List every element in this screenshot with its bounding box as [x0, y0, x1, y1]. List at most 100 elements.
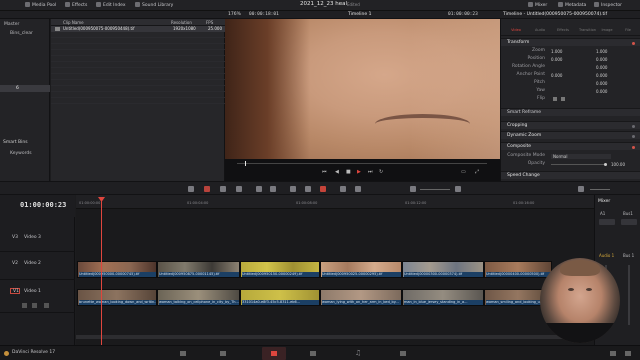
settings-icon[interactable]	[625, 351, 631, 356]
position-lock-icon[interactable]	[320, 186, 326, 192]
flip-horizontal-icon[interactable]	[553, 97, 557, 101]
skip-forward-icon[interactable]: ⏭	[368, 170, 373, 175]
opacity-slider[interactable]	[551, 164, 606, 165]
flip-vertical-icon[interactable]	[561, 97, 565, 101]
selection-tool-icon[interactable]	[188, 186, 194, 192]
reset-icon[interactable]	[632, 145, 635, 149]
fader-track-bus1[interactable]	[628, 265, 630, 325]
keywords-bin[interactable]: Keywords	[10, 151, 32, 156]
section-smart-reframe[interactable]: Smart Reframe	[501, 108, 640, 116]
timeline-clip-v1[interactable]: man_in_blue_jersey_standing_in_a...	[402, 289, 484, 306]
sound-library-button[interactable]: Sound Library	[135, 2, 173, 9]
volume-slider[interactable]	[590, 189, 610, 190]
viewer-playhead[interactable]	[245, 161, 246, 166]
prop-position[interactable]: Position 0.000 0.000	[501, 55, 640, 63]
input-select[interactable]	[599, 219, 615, 225]
section-transform[interactable]: Transform	[501, 38, 640, 46]
cut-page-icon[interactable]	[220, 351, 226, 356]
section-composite[interactable]: Composite	[501, 142, 640, 150]
opacity-slider-handle[interactable]	[604, 162, 607, 166]
stop-icon[interactable]: ■	[346, 170, 351, 175]
bin-master[interactable]: Master	[4, 22, 19, 27]
output-select[interactable]	[621, 219, 637, 225]
bin-item[interactable]: Bins_clear	[10, 31, 33, 36]
tab-transition[interactable]: Transition	[579, 22, 596, 38]
viewer-scrubber[interactable]	[237, 163, 487, 164]
dynamic-trim-icon[interactable]	[220, 186, 226, 192]
metadata-button[interactable]: Metadata	[558, 2, 586, 9]
mixer-button[interactable]: Mixer	[528, 2, 547, 9]
blade-tool-icon[interactable]	[236, 186, 242, 192]
trim-tool-icon[interactable]	[204, 186, 210, 192]
tab-effects[interactable]: Effects	[557, 22, 569, 38]
marker-icon[interactable]	[355, 186, 361, 192]
prop-opacity[interactable]: Opacity 100.00	[501, 160, 640, 168]
fullscreen-icon[interactable]: ⤢	[475, 170, 480, 175]
inspector-button[interactable]: Inspector	[594, 2, 622, 9]
fairlight-page-icon[interactable]: ♫	[355, 349, 361, 357]
tab-audio[interactable]: Audio	[534, 22, 546, 38]
loop-icon[interactable]: ↻	[379, 170, 384, 175]
insert-clip-icon[interactable]	[256, 186, 262, 192]
selected-bin[interactable]: 6	[0, 85, 50, 92]
zoom-out-icon[interactable]	[410, 186, 416, 192]
timeline-clip-v2[interactable]: Untitled(000950000-00000745).tif	[77, 261, 157, 278]
track-header-v2[interactable]: V2 Video 2	[0, 255, 75, 280]
playhead-line[interactable]	[101, 197, 102, 345]
reset-icon[interactable]	[632, 41, 635, 45]
prop-flip[interactable]: Flip	[501, 95, 640, 103]
zoom-in-icon[interactable]	[455, 186, 461, 192]
composite-mode-select[interactable]: Normal	[551, 153, 611, 159]
timeline-ruler[interactable]: 01:00:00:00 01:00:04:00 01:00:08:00 01:0…	[76, 195, 594, 209]
timeline-clip-v2[interactable]: Untitled(00000400-00000500).tif	[484, 261, 552, 278]
section-dynamic-zoom[interactable]: Dynamic Zoom	[501, 131, 640, 139]
home-icon[interactable]	[610, 351, 616, 356]
prop-rotation-angle[interactable]: Rotation Angle 0.000	[501, 63, 640, 71]
prop-composite-mode[interactable]: Composite Mode Normal	[501, 152, 640, 160]
timeline-viewer[interactable]: ⏮ ◀ ■ ▶ ⏭ ↻ ▭ ⤢	[225, 19, 500, 181]
timeline-area[interactable]: 01:00:00:00 01:00:04:00 01:00:08:00 01:0…	[76, 195, 596, 345]
col-fps[interactable]: FPS	[206, 20, 213, 25]
audio-level-icon[interactable]	[578, 186, 584, 192]
prop-anchor-point[interactable]: Anchor Point 0.000 0.000	[501, 71, 640, 79]
timeline-clip-v1[interactable]: woman_lying_with_on_her_arm_in_bed_by...	[320, 289, 402, 306]
tab-file[interactable]: File	[623, 22, 633, 38]
safe-area-icon[interactable]: ▭	[461, 170, 466, 175]
zoom-level[interactable]: 176%	[228, 12, 241, 17]
auto-select-icon[interactable]	[32, 303, 37, 308]
tab-image[interactable]: Image	[601, 22, 613, 38]
edit-index-button[interactable]: Edit Index	[96, 2, 126, 9]
effects-button[interactable]: Effects	[65, 2, 87, 9]
col-clip-name[interactable]: Clip Name	[63, 20, 84, 25]
tab-video[interactable]: Video	[511, 22, 521, 38]
lock-track-icon[interactable]	[22, 303, 27, 308]
reset-icon[interactable]	[632, 124, 635, 128]
timeline-zoom-slider[interactable]	[420, 189, 450, 190]
fusion-page-icon[interactable]	[310, 351, 316, 356]
prop-pitch[interactable]: Pitch 0.000	[501, 79, 640, 87]
media-page-icon[interactable]	[180, 351, 186, 356]
deliver-page-icon[interactable]	[400, 351, 406, 356]
step-back-icon[interactable]: ◀	[335, 170, 340, 175]
timeline-scrollbar[interactable]	[76, 335, 596, 339]
col-resolution[interactable]: Resolution	[171, 20, 192, 25]
timeline-clip-v2[interactable]: Untitled(000950875-00001145).tif	[157, 261, 240, 278]
overwrite-clip-icon[interactable]	[270, 186, 276, 192]
timeline-clip-v1[interactable]: woman_talking_on_cellphone_in_city_by_Th…	[157, 289, 240, 306]
play-icon[interactable]: ▶	[357, 170, 362, 175]
timeline-clip-v2[interactable]: Untitled(00000300-00000374).tif	[402, 261, 484, 278]
timeline-clip-v1[interactable]: brunette_woman_looking_down_and_writin..…	[77, 289, 157, 306]
prop-yaw[interactable]: Yaw 0.000	[501, 87, 640, 95]
prop-zoom[interactable]: Zoom 1.000 1.000	[501, 47, 640, 55]
reset-icon[interactable]	[632, 134, 635, 138]
track-header-v3[interactable]: V3 Video 3	[0, 227, 75, 252]
timeline-clip-v1[interactable]: 331014a0-e8f3-45c5-8311-eb6...	[240, 289, 320, 306]
timeline-timecode[interactable]: 01:00:00:23	[20, 201, 66, 209]
timeline-clip-v2[interactable]: Untitled(000950025-00000295).tif	[320, 261, 402, 278]
link-icon[interactable]	[290, 186, 296, 192]
flag-icon[interactable]	[340, 186, 346, 192]
enable-track-icon[interactable]	[44, 303, 49, 308]
section-cropping[interactable]: Cropping	[501, 121, 640, 129]
timeline-clip-v2[interactable]: Untitled(000950150-00000249).tif	[240, 261, 320, 278]
section-speed-change[interactable]: Speed Change	[501, 171, 640, 179]
